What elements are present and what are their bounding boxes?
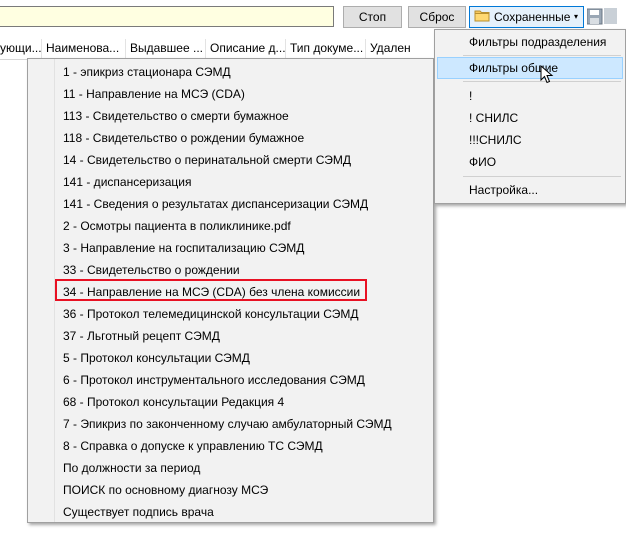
saved-filters-button[interactable]: Сохраненные ▾ <box>469 6 584 28</box>
menu-item-fio[interactable]: ФИО <box>469 151 496 173</box>
folder-icon <box>474 8 490 28</box>
filter-item[interactable]: 5 - Протокол консультации СЭМД <box>63 347 250 369</box>
mouse-cursor-icon <box>540 64 554 88</box>
filter-input[interactable] <box>0 6 334 27</box>
filter-item[interactable]: 8 - Справка о допуске к управлению ТС СЭ… <box>63 435 323 457</box>
filter-item[interactable]: 113 - Свидетельство о смерти бумажное <box>63 105 289 127</box>
filter-item[interactable]: ПОИСК по основному диагнозу МСЭ <box>63 479 268 501</box>
column-header[interactable]: Тип докуме... <box>286 39 366 59</box>
column-header[interactable]: Удален <box>366 39 440 59</box>
column-header[interactable]: Наименова... <box>42 39 126 59</box>
column-header[interactable]: ующи... <box>0 39 42 59</box>
filter-item[interactable]: 33 - Свидетельство о рождении <box>63 259 240 281</box>
menu-item-exclaim[interactable]: ! <box>469 85 472 107</box>
filter-item[interactable]: 14 - Свидетельство о перинатальной смерт… <box>63 149 351 171</box>
column-header[interactable]: Описание д... <box>206 39 286 59</box>
filter-item[interactable]: 141 - диспансеризация <box>63 171 192 193</box>
saved-filters-label: Сохраненные <box>494 10 571 24</box>
menu-item-settings[interactable]: Настройка... <box>469 179 538 201</box>
column-header[interactable]: Выдавшее ... <box>126 39 206 59</box>
filter-item[interactable]: 1 - эпикриз стационара СЭМД <box>63 61 231 83</box>
filter-item[interactable]: 37 - Льготный рецепт СЭМД <box>63 325 220 347</box>
menu-item-snils-2[interactable]: !!!СНИЛС <box>469 129 522 151</box>
filter-item[interactable]: 11 - Направление на МСЭ (CDA) <box>63 83 245 105</box>
filter-item[interactable]: По должности за период <box>63 457 200 479</box>
filter-item[interactable]: 118 - Свидетельство о рождении бумажное <box>63 127 304 149</box>
chevron-down-icon: ▾ <box>573 12 578 21</box>
saved-filters-menu: Фильтры подразделения Фильтры общие ! ! … <box>434 29 626 204</box>
stop-button[interactable]: Стоп <box>343 6 402 28</box>
filter-item[interactable]: 7 - Эпикриз по законченному случаю амбул… <box>63 413 392 435</box>
filter-item[interactable]: 6 - Протокол инструментального исследова… <box>63 369 365 391</box>
menu-item-snils[interactable]: ! СНИЛС <box>469 107 518 129</box>
save-icon[interactable] <box>586 8 617 29</box>
filter-item[interactable]: 2 - Осмотры пациента в поликлинике.pdf <box>63 215 291 237</box>
filter-item[interactable]: 36 - Протокол телемедицинской консультац… <box>63 303 359 325</box>
filter-item[interactable]: 3 - Направление на госпитализацию СЭМД <box>63 237 304 259</box>
red-highlight-frame <box>55 279 367 301</box>
filter-item[interactable]: Существует подпись врача <box>63 501 214 523</box>
filter-item[interactable]: 68 - Протокол консультации Редакция 4 <box>63 391 284 413</box>
table-header: ующи... Наименова... Выдавшее ... Описан… <box>0 39 440 60</box>
menu-separator <box>463 55 621 56</box>
menu-item-department-filters[interactable]: Фильтры подразделения <box>469 31 606 53</box>
menu-gutter <box>28 59 55 522</box>
reset-button[interactable]: Сброс <box>408 6 466 28</box>
filter-item[interactable]: 141 - Сведения о результатах диспансериз… <box>63 193 368 215</box>
menu-separator <box>463 176 621 177</box>
